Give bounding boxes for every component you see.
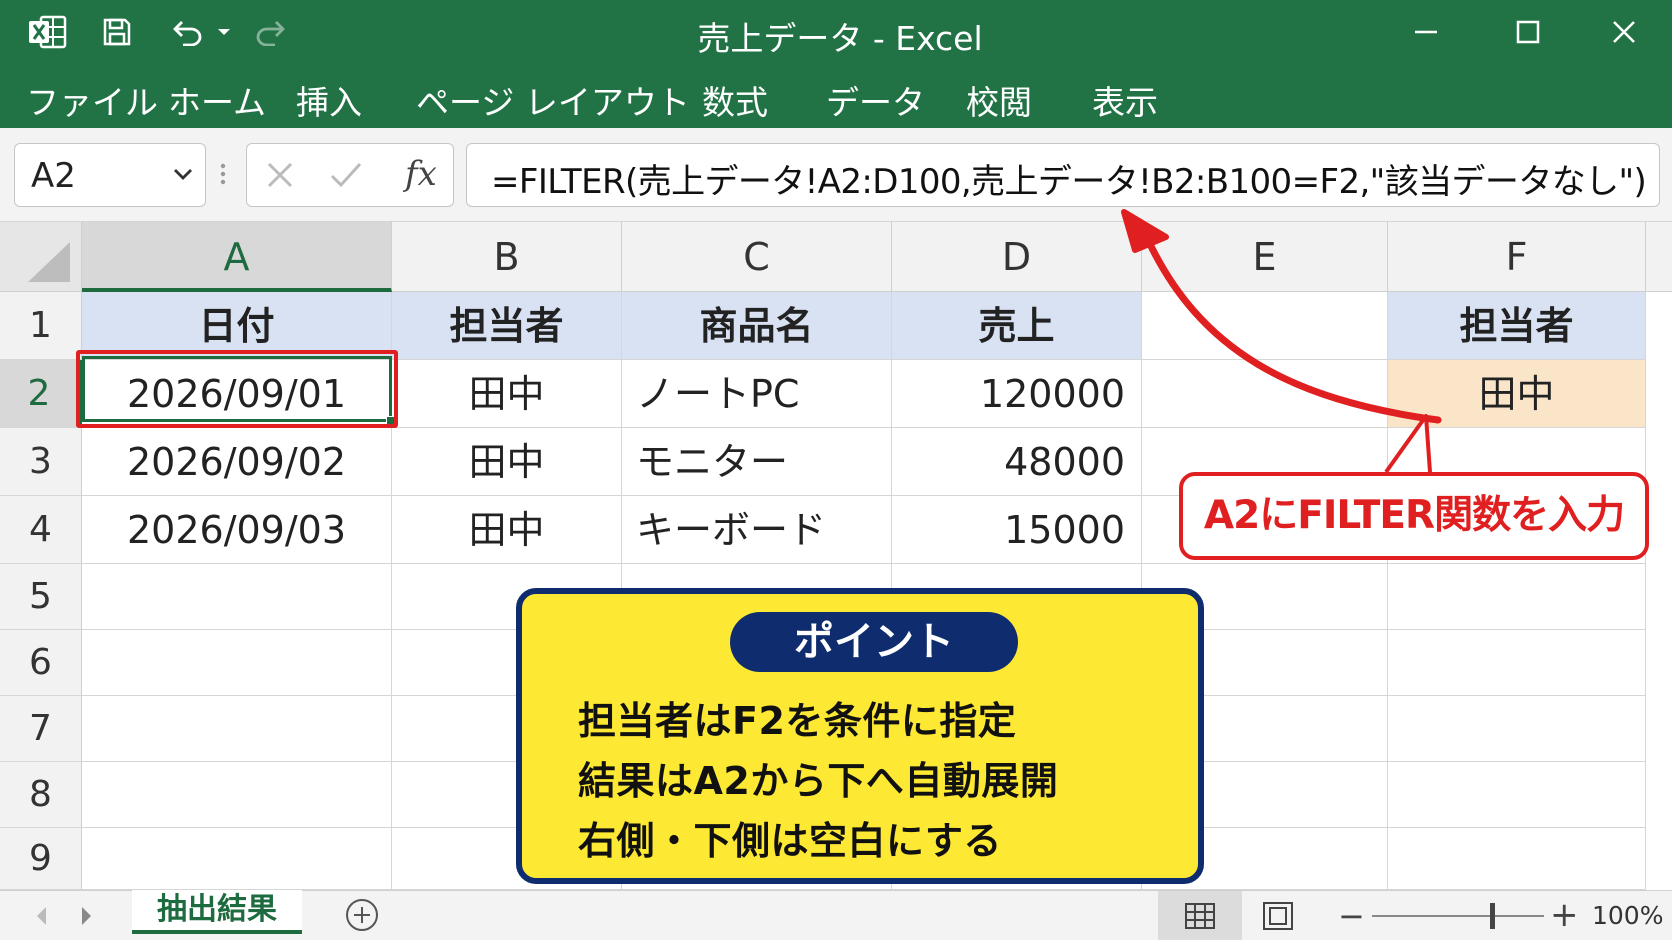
cell-a2[interactable]: 2026/09/01 (82, 360, 392, 428)
normal-view-icon[interactable] (1158, 891, 1242, 940)
column-header-e[interactable]: E (1142, 222, 1388, 292)
row-header-6[interactable]: 6 (0, 630, 82, 696)
page-layout-view-icon[interactable] (1262, 901, 1294, 935)
tab-formulas[interactable]: 数式 (702, 76, 768, 124)
cell-f2[interactable]: 田中 (1388, 360, 1646, 428)
close-icon[interactable] (1596, 10, 1652, 54)
redo-icon[interactable] (248, 10, 292, 54)
zoom-slider[interactable] (1372, 915, 1544, 917)
insert-function-icon[interactable]: fx (405, 154, 437, 194)
cell-c3[interactable]: モニター (622, 428, 892, 496)
zoom-in-button[interactable]: + (1550, 895, 1579, 935)
cell-d4[interactable]: 15000 (892, 496, 1142, 564)
cell-f1[interactable]: 担当者 (1388, 292, 1646, 360)
row-header-1[interactable]: 1 (0, 292, 82, 360)
sheet-prev-icon[interactable] (34, 905, 48, 931)
column-header-a[interactable]: A (82, 222, 392, 292)
row-header-2[interactable]: 2 (0, 360, 82, 428)
column-header-g[interactable] (1646, 222, 1672, 292)
row-header-9[interactable]: 9 (0, 828, 82, 890)
cell-b4[interactable]: 田中 (392, 496, 622, 564)
select-all-button[interactable] (0, 222, 82, 292)
sheet-next-icon[interactable] (80, 905, 94, 931)
status-bar: 抽出結果 − + 100% (0, 890, 1672, 940)
window-title: 売上データ - Excel (697, 19, 983, 58)
name-box-value: A2 (31, 156, 76, 196)
cell-f5[interactable] (1388, 564, 1646, 630)
callout-label: A2にFILTER関数を入力 (1179, 472, 1649, 560)
row-header-7[interactable]: 7 (0, 696, 82, 762)
excel-logo-icon (22, 10, 72, 54)
sheet-tab[interactable]: 抽出結果 (132, 890, 302, 934)
row-header-3[interactable]: 3 (0, 428, 82, 496)
formula-input[interactable]: =FILTER(売上データ!A2:D100,売上データ!B2:B100=F2,"… (466, 143, 1660, 207)
point-title: ポイント (730, 612, 1018, 672)
cell-c4[interactable]: キーボード (622, 496, 892, 564)
maximize-icon[interactable] (1500, 10, 1556, 54)
tab-insert[interactable]: 挿入 (296, 76, 362, 124)
cell-a1[interactable]: 日付 (82, 292, 392, 360)
cell-f9[interactable] (1388, 828, 1646, 890)
cell-e2[interactable] (1142, 360, 1388, 428)
cell-a8[interactable] (82, 762, 392, 828)
splitter-dots-icon[interactable] (218, 150, 228, 198)
fill-handle[interactable] (386, 416, 395, 425)
tab-view[interactable]: 表示 (1092, 76, 1158, 124)
cell-a3[interactable]: 2026/09/02 (82, 428, 392, 496)
column-header-c[interactable]: C (622, 222, 892, 292)
name-box[interactable]: A2 (14, 143, 206, 207)
cell-a4[interactable]: 2026/09/03 (82, 496, 392, 564)
cancel-icon[interactable] (265, 160, 295, 194)
column-header-b[interactable]: B (392, 222, 622, 292)
tab-page-layout[interactable]: ページ レイアウト (416, 76, 690, 124)
point-line-3: 右側・下側は空白にする (578, 819, 1002, 863)
cell-f8[interactable] (1388, 762, 1646, 828)
point-line-2: 結果はA2から下へ自動展開 (578, 759, 1059, 803)
cell-b2[interactable]: 田中 (392, 360, 622, 428)
undo-icon[interactable] (164, 10, 212, 54)
zoom-level[interactable]: 100% (1592, 901, 1663, 930)
cell-a5[interactable] (82, 564, 392, 630)
undo-dropdown-icon[interactable] (212, 10, 236, 54)
cell-a9[interactable] (82, 828, 392, 890)
title-bar: 売上データ - Excel (0, 0, 1672, 64)
point-line-1: 担当者はF2を条件に指定 (578, 699, 1017, 743)
cell-d1[interactable]: 売上 (892, 292, 1142, 360)
cell-b1[interactable]: 担当者 (392, 292, 622, 360)
column-header-f[interactable]: F (1388, 222, 1646, 292)
add-sheet-icon[interactable] (344, 897, 380, 937)
cell-d3[interactable]: 48000 (892, 428, 1142, 496)
formula-text: =FILTER(売上データ!A2:D100,売上データ!B2:B100=F2,"… (491, 162, 1647, 202)
row-header-5[interactable]: 5 (0, 564, 82, 630)
tab-home[interactable]: ホーム (168, 76, 266, 124)
row-header-4[interactable]: 4 (0, 496, 82, 564)
point-note: ポイント 担当者はF2を条件に指定 結果はA2から下へ自動展開 右側・下側は空白… (516, 588, 1204, 884)
cell-f7[interactable] (1388, 696, 1646, 762)
row-header-8[interactable]: 8 (0, 762, 82, 828)
save-icon[interactable] (92, 10, 142, 54)
cell-c1[interactable]: 商品名 (622, 292, 892, 360)
cell-a6[interactable] (82, 630, 392, 696)
formula-buttons: fx (246, 143, 454, 207)
tab-data[interactable]: データ (826, 76, 925, 124)
chevron-down-icon[interactable] (173, 166, 193, 185)
column-header-d[interactable]: D (892, 222, 1142, 292)
minimize-icon[interactable] (1398, 10, 1454, 54)
cell-d2[interactable]: 120000 (892, 360, 1142, 428)
check-icon[interactable] (329, 160, 363, 194)
cell-f6[interactable] (1388, 630, 1646, 696)
cell-b3[interactable]: 田中 (392, 428, 622, 496)
cell-a7[interactable] (82, 696, 392, 762)
formula-bar: A2 fx =FILTER(売上データ!A2:D100,売上データ!B2:B10… (0, 128, 1672, 222)
zoom-slider-thumb[interactable] (1489, 903, 1495, 929)
ribbon-tabs: ファイル ホーム 挿入 ページ レイアウト 数式 データ 校閲 表示 (0, 64, 1672, 128)
tab-file[interactable]: ファイル (26, 76, 158, 124)
tab-review[interactable]: 校閲 (966, 76, 1032, 124)
cell-e1[interactable] (1142, 292, 1388, 360)
cell-c2[interactable]: ノートPC (622, 360, 892, 428)
zoom-out-button[interactable]: − (1338, 897, 1365, 935)
